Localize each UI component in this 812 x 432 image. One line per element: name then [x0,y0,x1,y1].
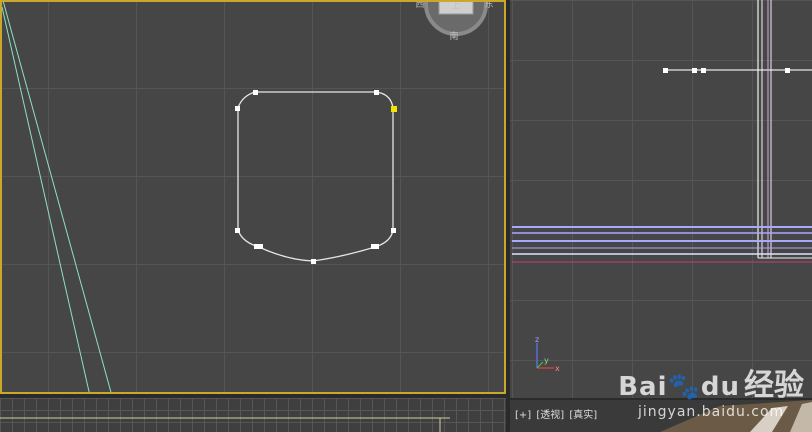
front-viewport-canvas: 上 西 东 南 [2,2,494,392]
profile-vertex[interactable] [692,68,697,73]
watermark-brand-suffix: du [700,372,740,402]
spline-vertex[interactable] [371,244,379,249]
y-axis [536,361,544,369]
viewport-menu-plus[interactable]: [+] [515,410,531,421]
viewport-vertical-divider[interactable] [506,0,510,432]
view-cube-east-label: 东 [484,2,493,10]
viewport-menu-view[interactable]: [透视] [536,410,564,421]
y-axis-label: y [544,356,549,365]
profile-vertex[interactable] [785,68,790,73]
guide-line-2 [2,2,112,392]
bottom-left-viewport-canvas [0,417,450,432]
spline-shape[interactable] [237,91,394,262]
front-viewport[interactable]: 上 西 东 南 [0,0,506,394]
spline-vertex[interactable] [254,244,263,249]
view-cube-south-label: 南 [449,30,458,42]
bottom-left-viewport[interactable] [0,398,506,432]
watermark-sub: 经验 [744,368,804,403]
right-viewport-canvas: z x y [512,0,812,373]
profile-vertex[interactable] [663,68,668,73]
perspective-viewport-label[interactable]: [+] [透视] [真实] [515,406,599,421]
spline-vertex[interactable] [235,106,240,111]
watermark-url: jingyan.baidu.com [638,404,785,420]
x-axis-label: x [555,364,560,373]
z-axis-label: z [535,335,539,344]
watermark-brand: Bai [618,372,668,402]
axis-tripod: z x y [535,335,560,373]
spline-vertex[interactable] [253,90,258,95]
view-cube-west-label: 西 [415,2,424,10]
spline-vertex[interactable] [391,228,396,233]
right-viewport[interactable]: z x y [510,0,812,398]
baidu-jingyan-watermark: Bai🐾du 经验 jingyan.baidu.com [618,360,804,420]
view-cube-top-label: 上 [451,2,460,11]
view-cube[interactable]: 上 西 东 南 [415,2,494,42]
spline-vertex[interactable] [311,259,316,264]
paw-icon: 🐾 [667,372,701,402]
spline-vertex[interactable] [374,90,379,95]
selected-spline-vertex[interactable] [391,106,397,112]
spline-vertex[interactable] [235,228,240,233]
profile-vertex[interactable] [701,68,706,73]
guide-line-1 [2,6,90,392]
viewport-menu-shading[interactable]: [真实] [569,410,597,421]
